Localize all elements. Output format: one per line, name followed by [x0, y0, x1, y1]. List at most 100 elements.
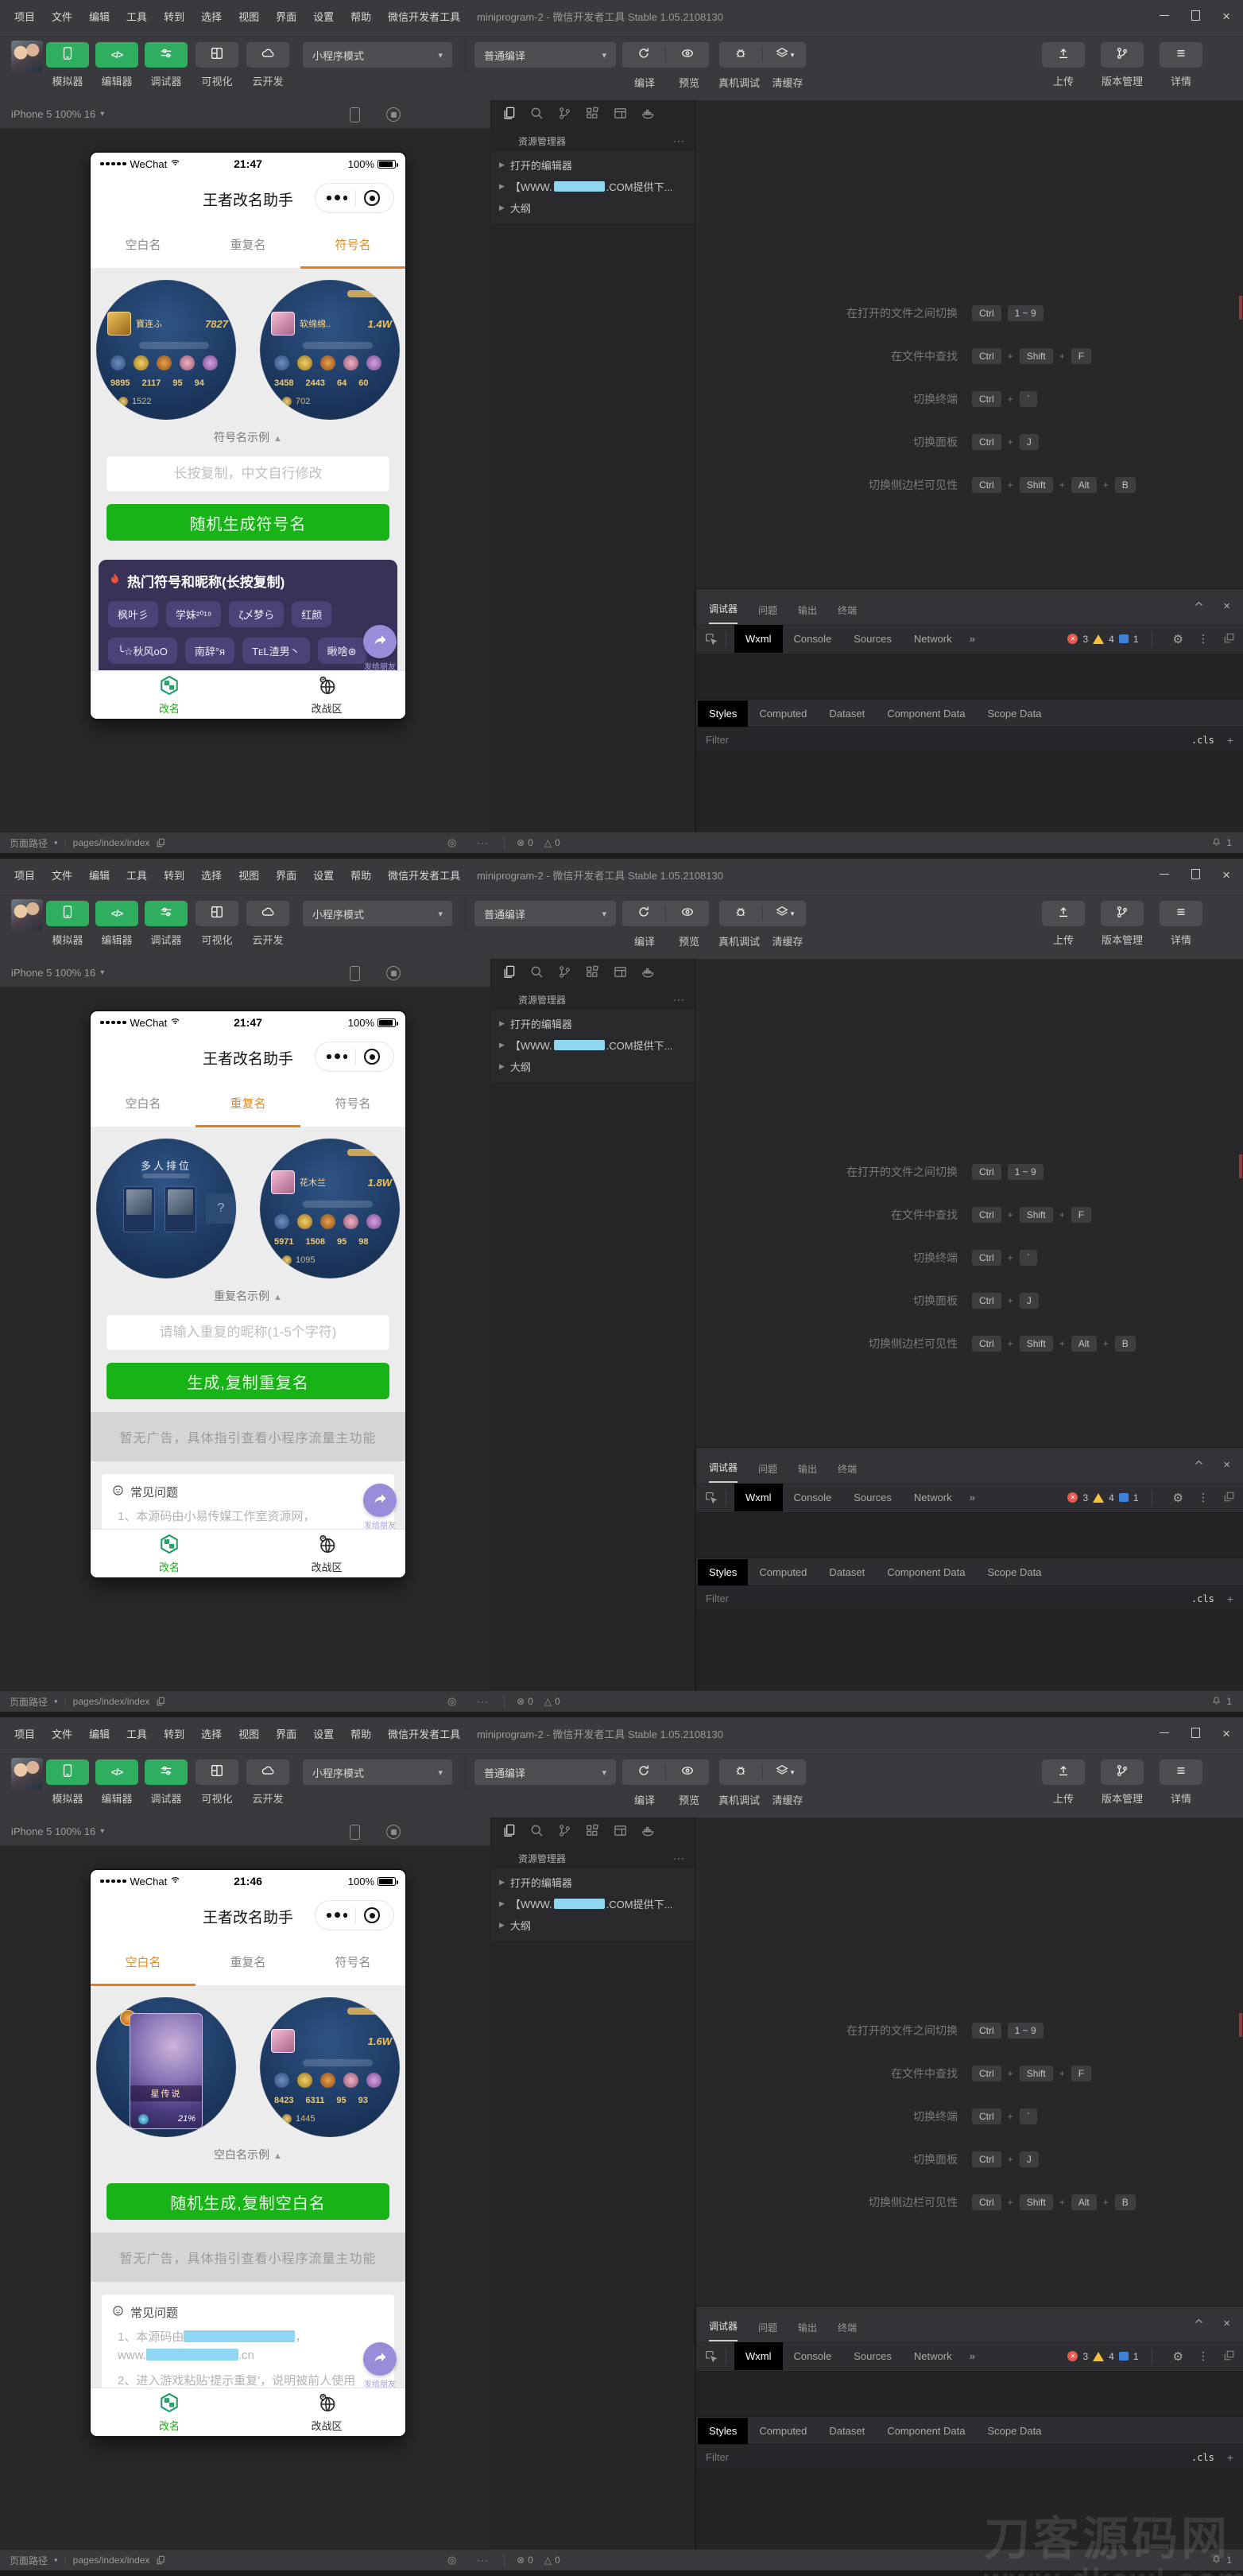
undock-icon[interactable] — [1223, 632, 1235, 646]
debugger-tab[interactable]: 输出 — [798, 1462, 817, 1483]
menu-item[interactable]: 帮助 — [350, 9, 371, 24]
kebab-menu-icon[interactable]: ⋮ — [1198, 2349, 1209, 2363]
menu-item[interactable]: 工具 — [126, 867, 147, 883]
source-control-icon[interactable] — [557, 1823, 572, 1842]
notification-bell[interactable]: 1 — [1211, 1695, 1232, 1708]
devtools-tab[interactable]: Console — [783, 2342, 843, 2370]
page-path-value[interactable]: pages/index/index — [73, 2555, 150, 2566]
close-panel-icon[interactable]: × — [1223, 600, 1230, 612]
upload-button[interactable] — [1042, 42, 1085, 68]
menu-item[interactable]: 选择 — [201, 9, 222, 24]
tree-item-project[interactable]: ▶ 【WWW. .COM提供下... — [491, 1893, 695, 1915]
docker-icon[interactable] — [641, 106, 656, 125]
maximize-button[interactable] — [1191, 9, 1200, 23]
menu-item[interactable]: 设置 — [313, 9, 334, 24]
page-path-label[interactable]: 页面路径 — [10, 2554, 48, 2567]
menu-item[interactable]: 设置 — [313, 867, 334, 883]
menu-item[interactable]: 视图 — [238, 1726, 259, 1741]
inspector-tab[interactable]: Computed — [748, 1559, 818, 1585]
debugger-tab[interactable]: 终端 — [838, 2321, 857, 2341]
inspector-tab[interactable]: Dataset — [818, 2418, 876, 2444]
detail-button[interactable] — [1160, 1759, 1202, 1785]
cls-toggle[interactable]: .cls — [1191, 735, 1214, 746]
eye-icon[interactable]: ◎ — [447, 1695, 456, 1708]
filter-input[interactable] — [706, 734, 865, 746]
mode-select[interactable]: 小程序模式 ▾ — [303, 42, 452, 68]
menu-item[interactable]: 界面 — [276, 1726, 296, 1741]
record-icon[interactable] — [386, 1825, 401, 1839]
device-select[interactable]: iPhone 5 100% 16 ▾ — [11, 1825, 104, 1837]
generate-button[interactable]: 随机生成,复制空白名 — [106, 2183, 389, 2220]
inspector-tab[interactable]: Scope Data — [976, 1559, 1052, 1585]
nickname-input[interactable] — [106, 456, 389, 491]
copy-icon[interactable] — [156, 2555, 165, 2565]
maximize-button[interactable] — [1191, 867, 1200, 882]
generate-button[interactable]: 生成,复制重复名 — [106, 1363, 389, 1399]
nickname-tag[interactable]: 枫叶彡 — [108, 601, 158, 627]
warning-count[interactable]: 4 — [1109, 1492, 1114, 1503]
compile-button[interactable] — [622, 901, 665, 926]
files-icon[interactable] — [501, 1823, 517, 1842]
status-more-button[interactable]: ··· — [477, 1696, 489, 1707]
tab-rename[interactable]: 改名 — [91, 1530, 248, 1577]
error-counter[interactable]: ⊗0 — [517, 2555, 533, 2566]
page-path-value[interactable]: pages/index/index — [73, 837, 150, 848]
preview-button[interactable] — [666, 901, 709, 926]
menu-item[interactable]: 项目 — [14, 867, 35, 883]
detail-button[interactable] — [1160, 901, 1202, 926]
nickname-tag[interactable]: 学妹²⁰¹⁹ — [166, 601, 221, 627]
error-counter[interactable]: ⊗0 — [517, 1696, 533, 1707]
debugger-tab[interactable]: 调试器 — [709, 602, 738, 624]
preview-button[interactable] — [666, 42, 709, 68]
share-button[interactable]: 发给朋友 — [361, 2342, 399, 2388]
tab-zone[interactable]: 改战区 — [248, 671, 405, 719]
devtools-tab[interactable]: Network — [903, 2342, 963, 2370]
menu-item[interactable]: 编辑 — [89, 9, 110, 24]
inspector-tab[interactable]: Scope Data — [976, 2418, 1052, 2444]
device-select[interactable]: iPhone 5 100% 16 ▾ — [11, 967, 104, 979]
exit-button[interactable] — [364, 190, 380, 206]
editor-button[interactable]: </> — [95, 901, 138, 926]
nickname-input[interactable] — [106, 1315, 389, 1350]
docker-icon[interactable] — [641, 1823, 656, 1842]
menu-item[interactable]: 微信开发者工具 — [388, 1726, 460, 1741]
debugger-tab[interactable]: 终端 — [838, 1462, 857, 1483]
kebab-menu-icon[interactable]: ⋮ — [1198, 632, 1209, 646]
page-path-label[interactable]: 页面路径 — [10, 836, 48, 850]
version-button[interactable] — [1101, 901, 1144, 926]
notification-bell[interactable]: 1 — [1211, 2554, 1232, 2566]
kebab-menu-icon[interactable]: ⋮ — [1198, 1491, 1209, 1504]
search-icon[interactable] — [529, 964, 544, 983]
tab-rename[interactable]: 改名 — [91, 2388, 248, 2436]
clear-cache-button[interactable]: ▾ — [763, 1759, 806, 1785]
debugger-tab[interactable]: 调试器 — [709, 1461, 738, 1483]
device-debug-button[interactable] — [719, 901, 762, 926]
menu-item[interactable]: 设置 — [313, 1726, 334, 1741]
tree-item-outline[interactable]: ▶ 大纲 — [491, 1915, 695, 1936]
app-tab[interactable]: 重复名 — [196, 1080, 300, 1127]
exit-button[interactable] — [364, 1049, 380, 1065]
debugger-tab[interactable]: 问题 — [758, 603, 777, 624]
gear-icon[interactable]: ⚙ — [1173, 632, 1183, 646]
close-button[interactable]: × — [1222, 868, 1230, 882]
inspector-tab[interactable]: Computed — [748, 700, 818, 727]
device-select[interactable]: iPhone 5 100% 16 ▾ — [11, 108, 104, 120]
menu-item[interactable]: 文件 — [52, 1726, 72, 1741]
explorer-more-button[interactable]: ··· — [673, 994, 685, 1005]
cloud-button[interactable] — [246, 42, 289, 68]
app-tab[interactable]: 符号名 — [300, 1080, 405, 1127]
menu-item[interactable]: 微信开发者工具 — [388, 9, 460, 24]
error-count[interactable]: 3 — [1082, 2351, 1088, 2362]
version-button[interactable] — [1101, 1759, 1144, 1785]
warning-count[interactable]: 4 — [1109, 634, 1114, 645]
window-icon[interactable] — [613, 1823, 628, 1842]
wxml-dom-area[interactable] — [696, 654, 1243, 699]
menu-item[interactable]: 转到 — [164, 1726, 184, 1741]
devtools-tab[interactable]: Sources — [842, 2342, 903, 2370]
collapse-panel-icon[interactable] — [1194, 2316, 1204, 2330]
inspector-tab[interactable]: Styles — [698, 2418, 748, 2444]
filter-input[interactable] — [706, 1593, 865, 1604]
device-debug-button[interactable] — [719, 1759, 762, 1785]
compile-mode-select[interactable]: 普通编译 ▾ — [474, 901, 616, 926]
menu-item[interactable]: 选择 — [201, 1726, 222, 1741]
